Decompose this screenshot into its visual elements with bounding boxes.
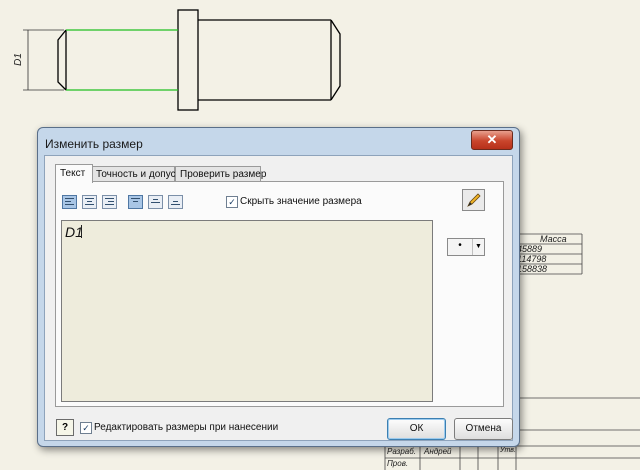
title-block-column-label: Утв. (500, 447, 516, 454)
tab-inspection-dimension[interactable]: Проверить размер (175, 166, 266, 182)
dimension-label: D1 (12, 53, 24, 66)
hide-value-checkbox[interactable]: ✓ (226, 196, 238, 208)
valign-middle-icon[interactable] (148, 195, 163, 209)
valign-top-icon[interactable] (128, 195, 143, 209)
checkmark-icon: ✓ (228, 197, 236, 207)
edit-dimension-dialog: Изменить размер ✕ Текст Точность и допус… (37, 127, 520, 447)
text-caret (81, 225, 82, 238)
align-left-icon[interactable] (62, 195, 77, 209)
ok-button[interactable]: ОК (387, 418, 446, 440)
valign-bottom-icon[interactable] (168, 195, 183, 209)
tab-text[interactable]: Текст (55, 164, 93, 183)
close-icon: ✕ (486, 132, 498, 147)
checkmark-icon: ✓ (82, 423, 90, 433)
dimension-text-editor[interactable]: D1 (61, 220, 433, 402)
chevron-down-icon: ▼ (472, 239, 484, 255)
cancel-button[interactable]: Отмена (454, 418, 513, 440)
close-button[interactable]: ✕ (471, 130, 513, 150)
symbol-dropdown[interactable]: • ▼ (447, 238, 485, 256)
mass-table-header: Масса (540, 234, 567, 244)
mass-table-cell: 114798 (517, 254, 547, 264)
tab-panel-text: ✓ Скрыть значение размера D1 • ▼ (55, 181, 504, 407)
dialog-client-area: Текст Точность и допуск Проверить размер (44, 155, 513, 441)
symbol-dropdown-value: • (458, 240, 462, 251)
help-button[interactable]: ? (56, 419, 74, 436)
title-block-checker-label: Пров. (387, 459, 409, 468)
edit-on-create-checkbox[interactable]: ✓ (80, 422, 92, 434)
edit-text-button[interactable] (462, 189, 485, 211)
mass-table-cell: 45889 (517, 244, 543, 254)
title-block-developer-label: Разраб. (387, 447, 416, 456)
edit-on-create-label: Редактировать размеры при нанесении (94, 422, 279, 433)
align-center-icon[interactable] (82, 195, 97, 209)
mass-table-cell: 158838 (517, 264, 548, 274)
pencil-icon (467, 193, 481, 207)
tab-precision-tolerance[interactable]: Точность и допуск (91, 166, 180, 182)
dialog-title-bar[interactable]: Изменить размер ✕ (38, 128, 519, 156)
title-block-developer-name: Андрей (424, 447, 452, 456)
dialog-title: Изменить размер (45, 137, 143, 151)
hide-value-label: Скрыть значение размера (240, 196, 362, 207)
align-right-icon[interactable] (102, 195, 117, 209)
